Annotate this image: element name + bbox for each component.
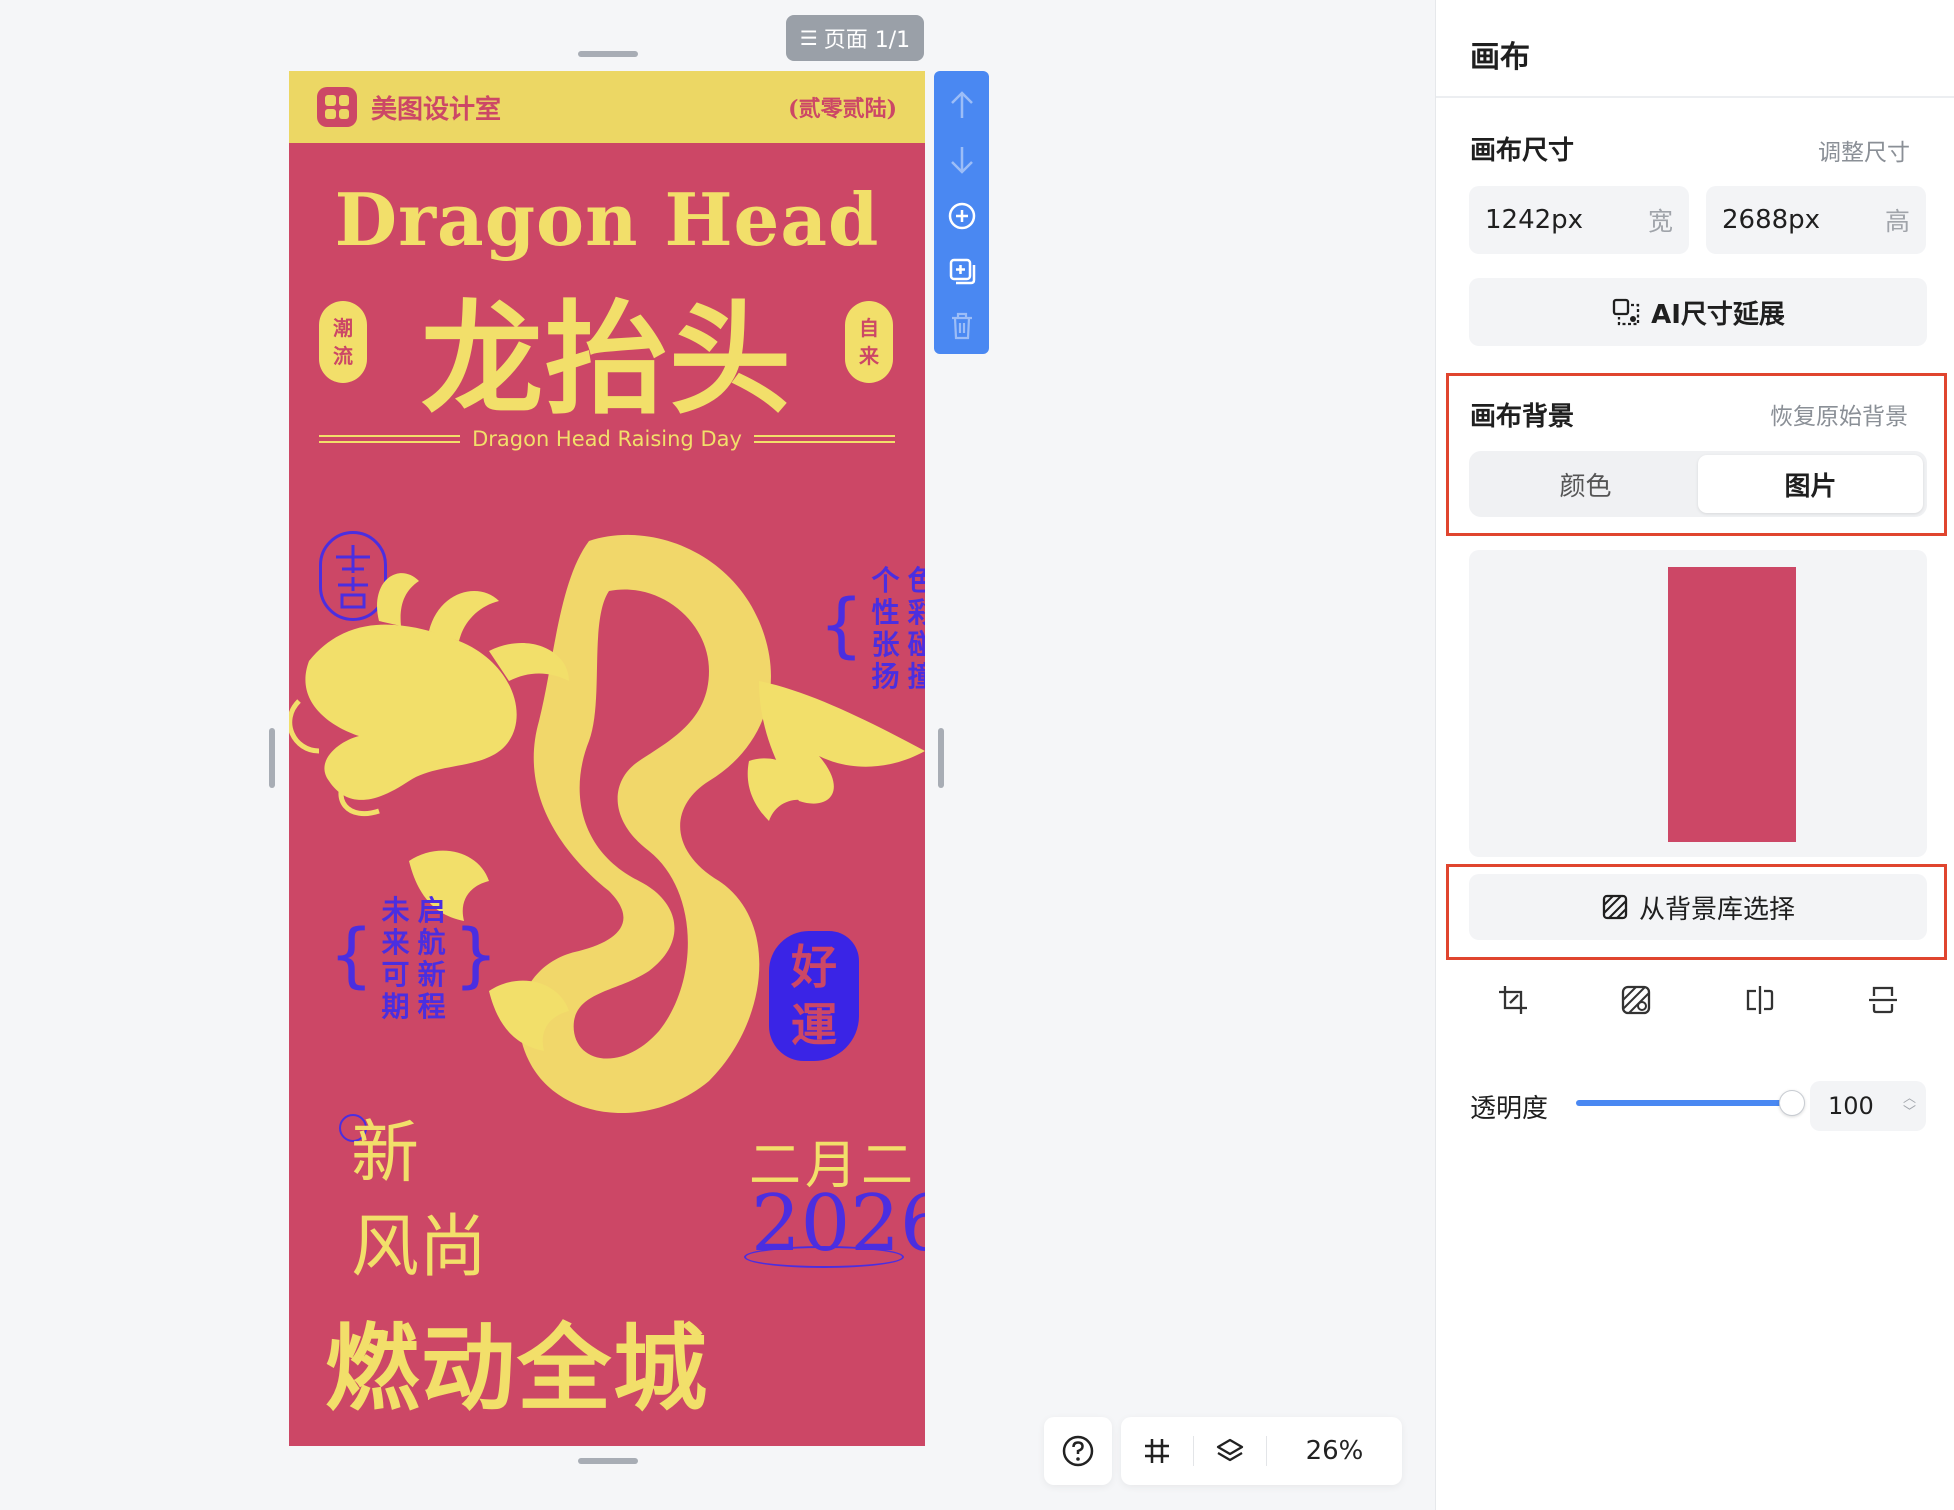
arrow-up-icon bbox=[950, 90, 973, 118]
height-unit: 高 bbox=[1884, 207, 1910, 236]
background-thumbnail bbox=[1668, 567, 1796, 842]
new-style-text: 新 风尚 bbox=[351, 1114, 488, 1287]
opacity-label: 透明度 bbox=[1470, 1094, 1549, 1124]
title-english: Dragon Head bbox=[334, 177, 880, 262]
canvas-background-label: 画布背景 bbox=[1470, 402, 1575, 432]
flip-horizontal-button[interactable] bbox=[1730, 975, 1790, 1025]
duplicate-page-button[interactable] bbox=[934, 243, 989, 298]
replace-image-button[interactable] bbox=[1606, 975, 1666, 1025]
resize-handle-top[interactable] bbox=[578, 51, 638, 57]
properties-panel: 画布 画布尺寸 调整尺寸 1242px 宽 2688px 高 AI尺寸延展 画布… bbox=[1435, 0, 1954, 1510]
header-year-text: (贰零贰陆) bbox=[788, 96, 897, 122]
opacity-input[interactable]: 100 ︿ ﹀ bbox=[1810, 1081, 1926, 1131]
width-unit: 宽 bbox=[1647, 207, 1673, 236]
add-page-button[interactable] bbox=[934, 188, 989, 243]
tab-color[interactable]: 颜色 bbox=[1473, 455, 1698, 513]
brand-logo bbox=[317, 87, 357, 127]
background-preview[interactable] bbox=[1469, 550, 1927, 857]
move-up-button[interactable] bbox=[934, 77, 989, 132]
subtitle-line: Dragon Head Raising Day bbox=[319, 427, 895, 451]
brand-name: 美图设计室 bbox=[371, 94, 502, 125]
grid-icon bbox=[1145, 1439, 1169, 1463]
dragon-illustration bbox=[289, 534, 925, 1114]
ai-extend-button[interactable]: AI尺寸延展 bbox=[1469, 278, 1927, 346]
help-button[interactable] bbox=[1044, 1417, 1112, 1485]
canvas-tools: 26% bbox=[1121, 1417, 1402, 1485]
height-field[interactable]: 2688px 高 bbox=[1706, 186, 1926, 254]
subtitle: Dragon Head Raising Day bbox=[472, 427, 742, 451]
flip-horizontal-icon bbox=[1746, 986, 1773, 1014]
flip-vertical-button[interactable] bbox=[1853, 975, 1913, 1025]
zoom-level[interactable]: 26% bbox=[1267, 1436, 1402, 1466]
flip-vertical-icon bbox=[1868, 986, 1897, 1014]
canvas-size-label: 画布尺寸 bbox=[1470, 136, 1575, 166]
good-luck-seal: 好 運 bbox=[769, 931, 859, 1061]
background-library-label: 从背景库选择 bbox=[1638, 894, 1795, 925]
poster-header: 美图设计室 (贰零贰陆) bbox=[289, 71, 925, 143]
layers-icon bbox=[1216, 1438, 1244, 1462]
resize-handle-right[interactable] bbox=[938, 728, 944, 788]
height-value: 2688px bbox=[1722, 205, 1821, 235]
add-circle-icon bbox=[948, 202, 975, 229]
restore-background-link[interactable]: 恢复原始背景 bbox=[1770, 397, 1908, 431]
trash-icon bbox=[951, 313, 972, 340]
width-value: 1242px bbox=[1485, 205, 1584, 235]
delete-page-button[interactable] bbox=[934, 299, 989, 354]
crop-button[interactable] bbox=[1483, 975, 1543, 1025]
resize-handle-left[interactable] bbox=[269, 728, 275, 788]
ai-extend-label: AI尺寸延展 bbox=[1651, 299, 1785, 330]
layers-button[interactable] bbox=[1194, 1417, 1266, 1485]
slogan-text: 燃动全城 bbox=[325, 1314, 710, 1424]
pattern-icon bbox=[1602, 894, 1628, 920]
arrow-down-icon bbox=[950, 147, 973, 174]
pill-left: 潮 流 bbox=[319, 301, 367, 383]
background-library-button[interactable]: 从背景库选择 bbox=[1469, 874, 1927, 940]
background-type-tabs: 颜色 图片 bbox=[1469, 451, 1927, 517]
pill-right: 自 来 bbox=[845, 301, 893, 383]
year-ring bbox=[744, 1246, 904, 1268]
design-canvas[interactable]: 美图设计室 (贰零贰陆) Dragon Head 龙抬头 潮 流 自 来 Dra… bbox=[289, 71, 925, 1446]
grid-button[interactable] bbox=[1121, 1417, 1193, 1485]
panel-divider bbox=[1436, 96, 1954, 98]
panel-title: 画布 bbox=[1470, 40, 1530, 75]
image-pattern-icon bbox=[1622, 985, 1651, 1015]
duplicate-icon bbox=[949, 258, 975, 285]
crop-icon bbox=[1499, 986, 1527, 1014]
page-indicator[interactable]: ☰ 页面 1/1 bbox=[786, 15, 924, 61]
title-chinese: 龙抬头 bbox=[421, 287, 793, 431]
opacity-slider-track[interactable] bbox=[1576, 1100, 1796, 1106]
ai-extend-icon bbox=[1612, 298, 1640, 326]
image-tools-row bbox=[1469, 975, 1927, 1025]
resize-handle-bottom[interactable] bbox=[578, 1458, 638, 1464]
resize-link[interactable]: 调整尺寸 bbox=[1818, 133, 1910, 167]
stepper-icon[interactable]: ︿ ﹀ bbox=[1903, 1092, 1916, 1120]
vertical-text-bottom: { 未来可期 启航新程 } bbox=[329, 894, 499, 1023]
tab-image[interactable]: 图片 bbox=[1698, 455, 1923, 513]
list-icon: ☰ bbox=[799, 26, 818, 50]
element-toolbar bbox=[934, 71, 989, 354]
help-icon bbox=[1062, 1435, 1094, 1467]
move-down-button[interactable] bbox=[934, 132, 989, 187]
opacity-value: 100 bbox=[1828, 1092, 1874, 1120]
width-field[interactable]: 1242px 宽 bbox=[1469, 186, 1689, 254]
opacity-slider-knob[interactable] bbox=[1779, 1090, 1805, 1116]
page-indicator-label: 页面 1/1 bbox=[823, 28, 911, 53]
